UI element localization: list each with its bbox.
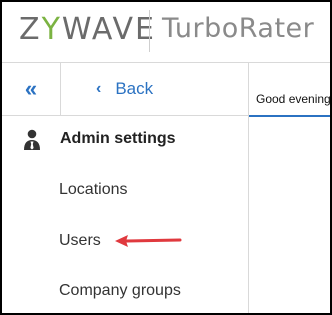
- sidebar-item-users[interactable]: Users: [59, 232, 101, 250]
- chevron-left-icon: ‹: [96, 80, 102, 97]
- product-name: TurboRater: [162, 13, 315, 44]
- sidebar: « ‹ Back Admin settings Locations Users …: [2, 63, 249, 313]
- back-button[interactable]: ‹ Back: [96, 77, 153, 101]
- app-header: ZYWAVE TurboRater: [2, 2, 330, 63]
- greeting-text: Good evening: [256, 92, 331, 106]
- admin-settings-title: Admin settings: [60, 130, 176, 147]
- logo-divider: [149, 10, 150, 52]
- admin-settings-header: Admin settings: [2, 123, 248, 157]
- sidebar-item-locations[interactable]: Locations: [59, 181, 128, 199]
- annotation-arrow-icon: [115, 235, 182, 247]
- zywave-logo[interactable]: ZYWAVE: [19, 12, 156, 47]
- main-tab-strip: Good evening: [249, 63, 330, 117]
- sidebar-top-bar: « ‹ Back: [2, 63, 248, 116]
- collapse-sidebar-button[interactable]: «: [2, 63, 61, 115]
- admin-user-icon: [24, 129, 40, 150]
- double-chevron-left-icon: «: [24, 76, 38, 101]
- sidebar-item-company-groups[interactable]: Company groups: [59, 282, 181, 300]
- app-window: ZYWAVE TurboRater « ‹ Back Admin setting…: [0, 0, 332, 315]
- back-label: Back: [115, 79, 154, 98]
